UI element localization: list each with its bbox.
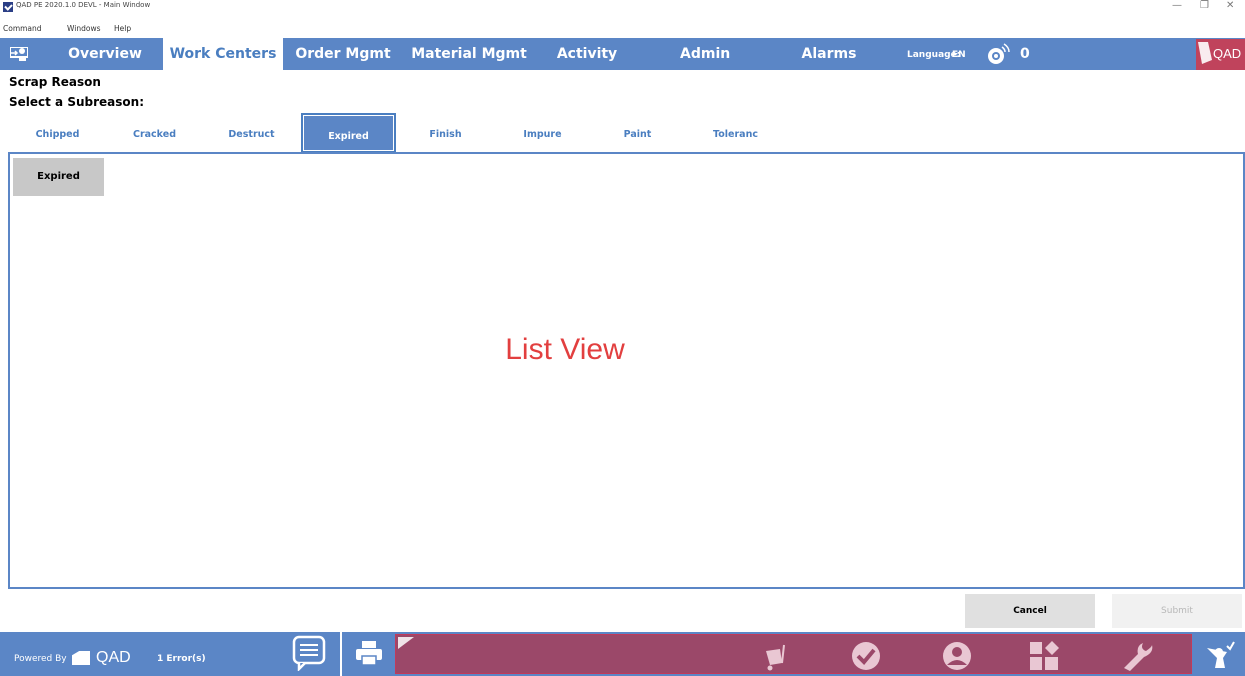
tab-finish[interactable]: Finish [408, 122, 483, 152]
alarm-count: 0 [1020, 46, 1030, 62]
print-icon[interactable] [355, 640, 383, 666]
footer-action-panel [395, 634, 1192, 674]
cart-icon[interactable] [758, 641, 798, 671]
nav-admin[interactable]: Admin [680, 38, 730, 70]
alarm-icon[interactable] [985, 43, 1011, 65]
submit-button[interactable]: Submit [1112, 594, 1242, 628]
chat-icon[interactable] [292, 635, 326, 671]
shapes-icon[interactable] [1024, 641, 1064, 671]
check-icon[interactable] [846, 641, 886, 671]
qad-logo-text: QAD [1213, 46, 1242, 61]
footer-logo-text: QAD [96, 649, 131, 666]
tab-toleranc[interactable]: Toleranc [698, 122, 773, 152]
footer-bar: Powered By QAD 1 Error(s) [0, 632, 1245, 676]
menu-help[interactable]: Help [114, 24, 131, 33]
nav-order-mgmt[interactable]: Order Mgmt [293, 38, 393, 70]
footer-divider [340, 632, 342, 676]
nav-work-centers[interactable]: Work Centers [163, 38, 283, 70]
page-title: Scrap Reason [9, 75, 101, 89]
language-selector[interactable]: EN [952, 50, 966, 60]
menu-bar: Command Windows Help [0, 24, 1245, 37]
tab-cracked[interactable]: Cracked [117, 122, 192, 152]
app-icon [3, 2, 13, 12]
list-item[interactable]: Expired [13, 158, 104, 196]
page-subtitle: Select a Subreason: [9, 95, 144, 109]
list-container [8, 152, 1245, 589]
tab-impure[interactable]: Impure [505, 122, 580, 152]
restore-button[interactable]: ❐ [1200, 0, 1209, 11]
minimize-button[interactable]: — [1172, 0, 1182, 11]
nav-material-mgmt[interactable]: Material Mgmt [407, 38, 531, 70]
nav-overview[interactable]: Overview [52, 38, 158, 70]
close-button[interactable]: ✕ [1226, 0, 1234, 11]
cancel-button[interactable]: Cancel [965, 594, 1095, 628]
nav-alarms[interactable]: Alarms [800, 38, 858, 70]
powered-by-label: Powered By [14, 654, 67, 664]
wrench-icon[interactable] [1116, 641, 1156, 671]
qad-logo: QAD [1196, 39, 1245, 70]
menu-windows[interactable]: Windows [67, 24, 100, 33]
list-view-label: List View [505, 333, 625, 366]
qad-footer-logo-icon [72, 651, 90, 665]
main-nav: Overview Work Centers Order Mgmt Materia… [0, 38, 1245, 94]
wave-icon[interactable] [1205, 640, 1235, 670]
tab-expired[interactable]: Expired [301, 113, 396, 153]
window-title: QAD PE 2020.1.0 DEVL - Main Window [16, 1, 151, 9]
tab-chipped[interactable]: Chipped [20, 122, 95, 152]
error-count[interactable]: 1 Error(s) [157, 654, 206, 664]
menu-command[interactable]: Command [3, 24, 42, 33]
qad-logo-mark-icon [1198, 42, 1212, 64]
window-titlebar: QAD PE 2020.1.0 DEVL - Main Window — ❐ ✕ [0, 0, 1245, 14]
home-icon[interactable] [10, 47, 28, 61]
nav-activity-mgmt[interactable]: Activity Mgmt [532, 38, 642, 94]
panel-corner-icon [398, 637, 414, 649]
tab-destruct[interactable]: Destruct [214, 122, 289, 152]
tab-paint[interactable]: Paint [600, 122, 675, 152]
user-icon[interactable] [937, 641, 977, 671]
